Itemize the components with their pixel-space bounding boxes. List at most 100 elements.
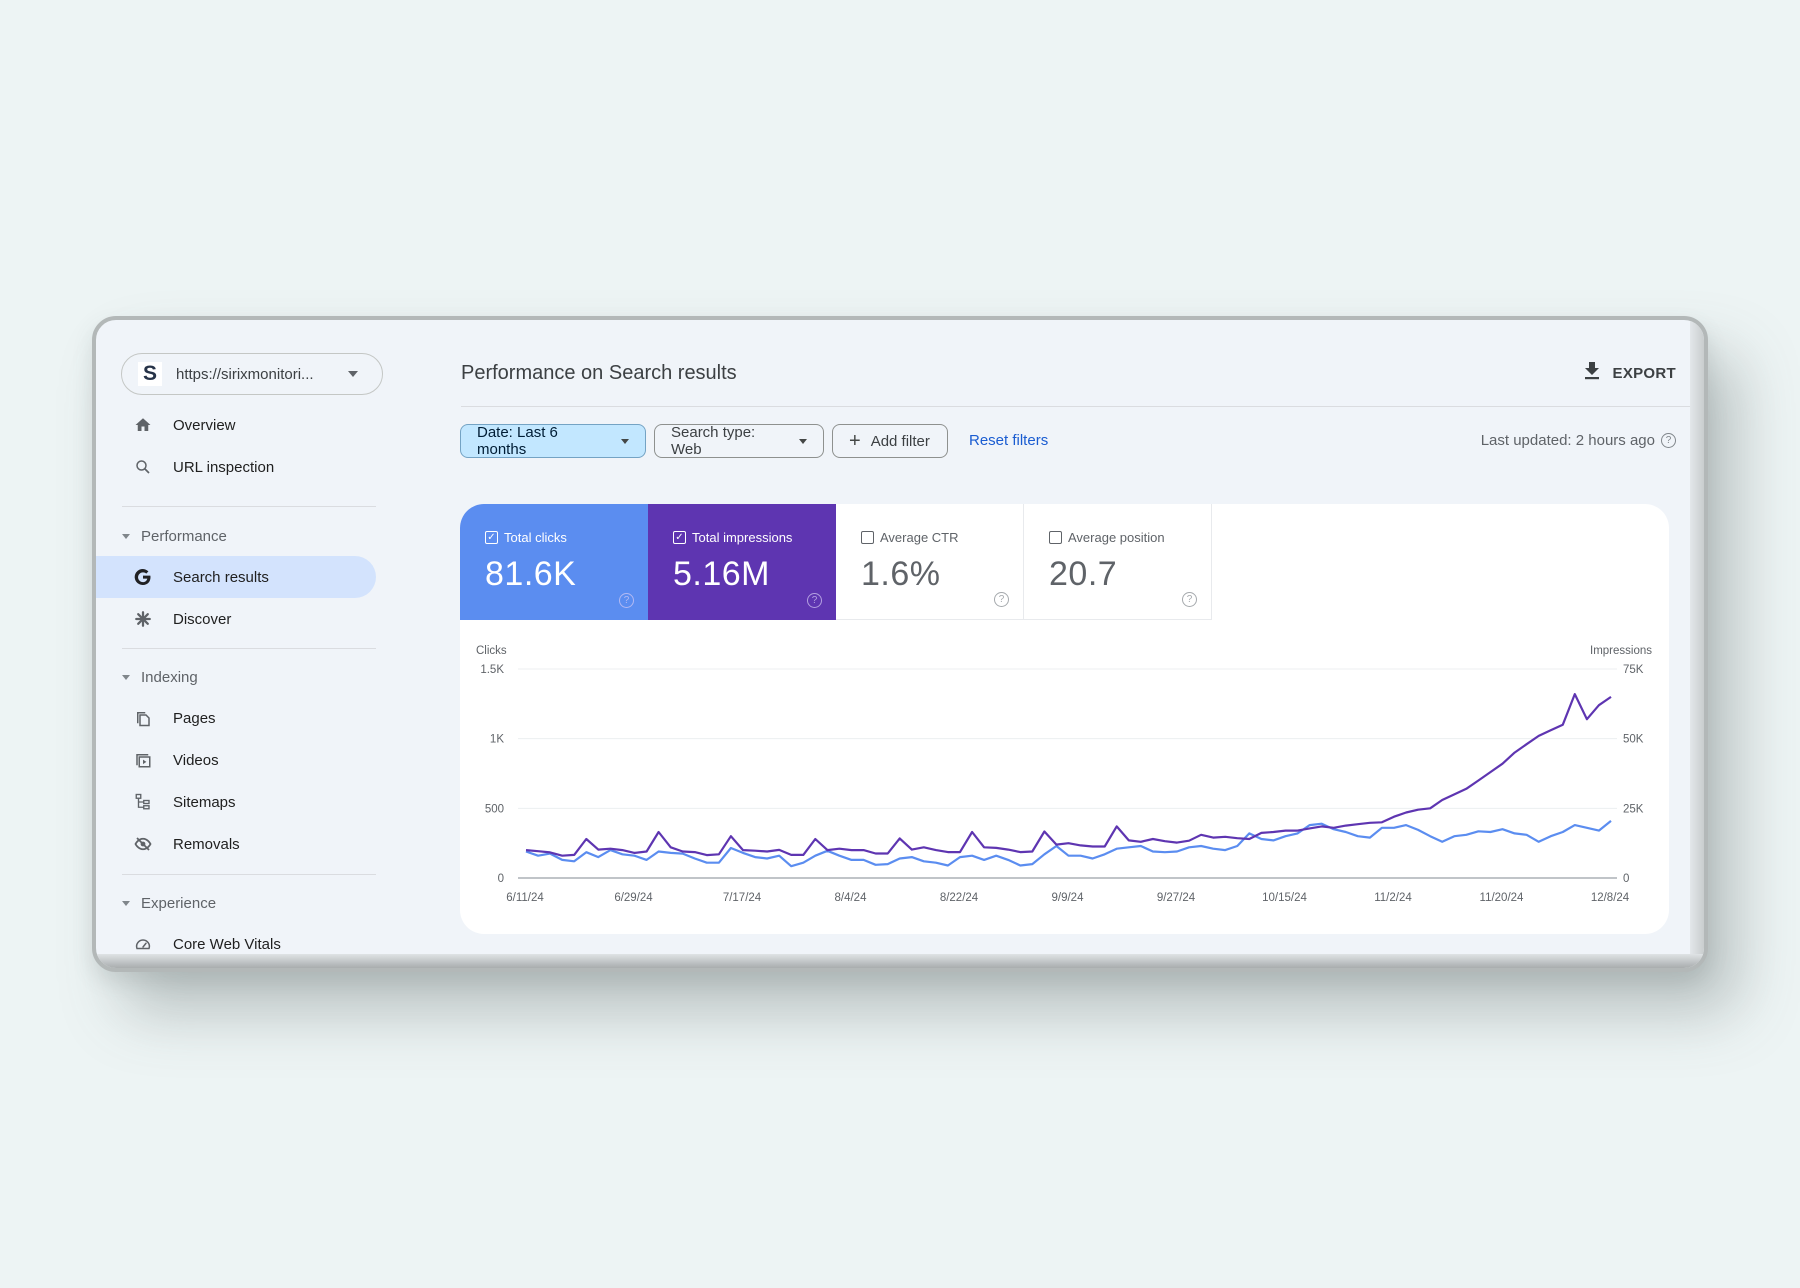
- sidebar-item-label: Removals: [173, 835, 240, 853]
- metric-value: 20.7: [1049, 555, 1118, 593]
- add-filter-button[interactable]: + Add filter: [832, 424, 948, 458]
- x-tick-label: 10/15/24: [1262, 892, 1307, 904]
- chevron-down-icon: [348, 371, 358, 377]
- sidebar-item-label: Search results: [173, 568, 269, 586]
- download-icon: [1584, 362, 1600, 384]
- last-updated: Last updated: 2 hours ago ?: [1481, 432, 1676, 449]
- app-window: S https://sirixmonitori... Overview URL …: [92, 316, 1708, 972]
- x-tick-label: 9/9/24: [1052, 892, 1085, 904]
- y-tick-right: 50K: [1623, 734, 1644, 746]
- help-icon[interactable]: ?: [1182, 592, 1197, 607]
- search-type-filter-chip[interactable]: Search type: Web: [654, 424, 824, 458]
- reset-filters-link[interactable]: Reset filters: [969, 432, 1048, 449]
- help-icon[interactable]: ?: [1661, 433, 1676, 448]
- y-axis-left-title: Clicks: [476, 645, 507, 657]
- sidebar-item-label: Sitemaps: [173, 793, 236, 811]
- sidebar-item-removals[interactable]: Removals: [110, 823, 376, 865]
- checkbox-unchecked-icon[interactable]: [1049, 531, 1062, 544]
- sidebar-item-label: Pages: [173, 709, 216, 727]
- y-tick-left: 500: [485, 803, 504, 815]
- x-tick-label: 11/20/24: [1480, 892, 1525, 904]
- last-updated-text: Last updated: 2 hours ago: [1480, 432, 1655, 449]
- video-icon: [132, 749, 154, 771]
- metric-value: 81.6K: [485, 555, 577, 593]
- export-label: EXPORT: [1612, 364, 1676, 382]
- frame-edge: [1690, 320, 1704, 968]
- property-selector[interactable]: S https://sirixmonitori...: [121, 353, 383, 395]
- caret-down-icon: [621, 438, 629, 444]
- sidebar-item-label: Core Web Vitals: [173, 935, 281, 953]
- divider: [122, 874, 376, 875]
- help-icon[interactable]: ?: [807, 593, 822, 608]
- add-filter-label: Add filter: [870, 432, 930, 450]
- site-logo-icon: S: [138, 362, 162, 386]
- metric-total-impressions[interactable]: ✓ Total impressions 5.16M ?: [648, 504, 836, 620]
- x-tick-label: 7/17/24: [723, 892, 762, 904]
- metric-value: 5.16M: [673, 555, 770, 593]
- asterisk-icon: [132, 608, 154, 630]
- metric-value: 1.6%: [861, 555, 941, 593]
- divider: [122, 506, 376, 507]
- section-label: Experience: [141, 894, 217, 912]
- checkbox-unchecked-icon[interactable]: [861, 531, 874, 544]
- metric-label: Total clicks: [504, 530, 567, 545]
- sidebar-item-label: Discover: [173, 610, 232, 628]
- plus-icon: +: [849, 430, 861, 452]
- property-url: https://sirixmonitori...: [176, 365, 314, 383]
- page-title: Performance on Search results: [461, 362, 737, 384]
- help-icon[interactable]: ?: [619, 593, 634, 608]
- sidebar-item-sitemaps[interactable]: Sitemaps: [110, 781, 376, 823]
- performance-card: ✓ Total clicks 81.6K ? ✓ Total impressio…: [460, 504, 1669, 934]
- metric-average-ctr[interactable]: Average CTR 1.6% ?: [836, 504, 1024, 620]
- sidebar-item-overview[interactable]: Overview: [110, 404, 376, 446]
- section-performance[interactable]: Performance: [122, 521, 227, 551]
- x-tick-label: 9/27/24: [1157, 892, 1196, 904]
- sidebar-item-url-inspection[interactable]: URL inspection: [110, 446, 376, 488]
- search-type-label: Search type: Web: [671, 424, 756, 458]
- metric-label: Average position: [1068, 530, 1165, 545]
- x-tick-label: 12/8/24: [1591, 892, 1630, 904]
- metric-average-position[interactable]: Average position 20.7 ?: [1024, 504, 1212, 620]
- checkbox-checked-icon[interactable]: ✓: [673, 531, 686, 544]
- sidebar-item-videos[interactable]: Videos: [110, 739, 376, 781]
- frame-edge: [96, 954, 1704, 968]
- y-tick-left: 1.5K: [480, 664, 504, 676]
- y-tick-right: 25K: [1623, 803, 1644, 815]
- home-icon: [132, 414, 154, 436]
- help-icon[interactable]: ?: [994, 592, 1009, 607]
- x-tick-label: 11/2/24: [1374, 892, 1412, 904]
- export-button[interactable]: EXPORT: [1584, 362, 1676, 384]
- caret-down-icon: [799, 438, 807, 444]
- y-axis-right-title: Impressions: [1590, 645, 1652, 657]
- sidebar-item-discover[interactable]: Discover: [110, 598, 376, 640]
- sitemap-icon: [132, 791, 154, 813]
- y-tick-right: 0: [1623, 873, 1629, 885]
- y-tick-right: 75K: [1623, 664, 1644, 676]
- section-label: Performance: [141, 527, 227, 545]
- x-tick-label: 8/22/24: [940, 892, 979, 904]
- pages-icon: [132, 707, 154, 729]
- metric-total-clicks[interactable]: ✓ Total clicks 81.6K ?: [460, 504, 648, 620]
- date-filter-chip[interactable]: Date: Last 6 months: [460, 424, 646, 458]
- x-tick-label: 6/11/24: [506, 892, 544, 904]
- x-tick-label: 8/4/24: [835, 892, 868, 904]
- checkbox-checked-icon[interactable]: ✓: [485, 531, 498, 544]
- x-tick-label: 6/29/24: [614, 892, 653, 904]
- caret-down-icon: [122, 900, 130, 906]
- gauge-icon: [132, 933, 154, 955]
- sidebar-item-label: Videos: [173, 751, 219, 769]
- divider: [461, 406, 1690, 407]
- eye-off-icon: [132, 833, 154, 855]
- date-filter-label: Date: Last 6 months: [477, 424, 558, 458]
- y-tick-left: 1K: [490, 734, 504, 746]
- main-content: Performance on Search results EXPORT Dat…: [460, 320, 1690, 968]
- sidebar-item-pages[interactable]: Pages: [110, 697, 376, 739]
- sidebar: S https://sirixmonitori... Overview URL …: [96, 320, 396, 968]
- metric-label: Average CTR: [880, 530, 959, 545]
- sidebar-item-search-results[interactable]: Search results: [96, 556, 376, 598]
- divider: [122, 648, 376, 649]
- caret-down-icon: [122, 533, 130, 539]
- section-indexing[interactable]: Indexing: [122, 662, 198, 692]
- section-experience[interactable]: Experience: [122, 888, 216, 918]
- metric-label: Total impressions: [692, 530, 793, 545]
